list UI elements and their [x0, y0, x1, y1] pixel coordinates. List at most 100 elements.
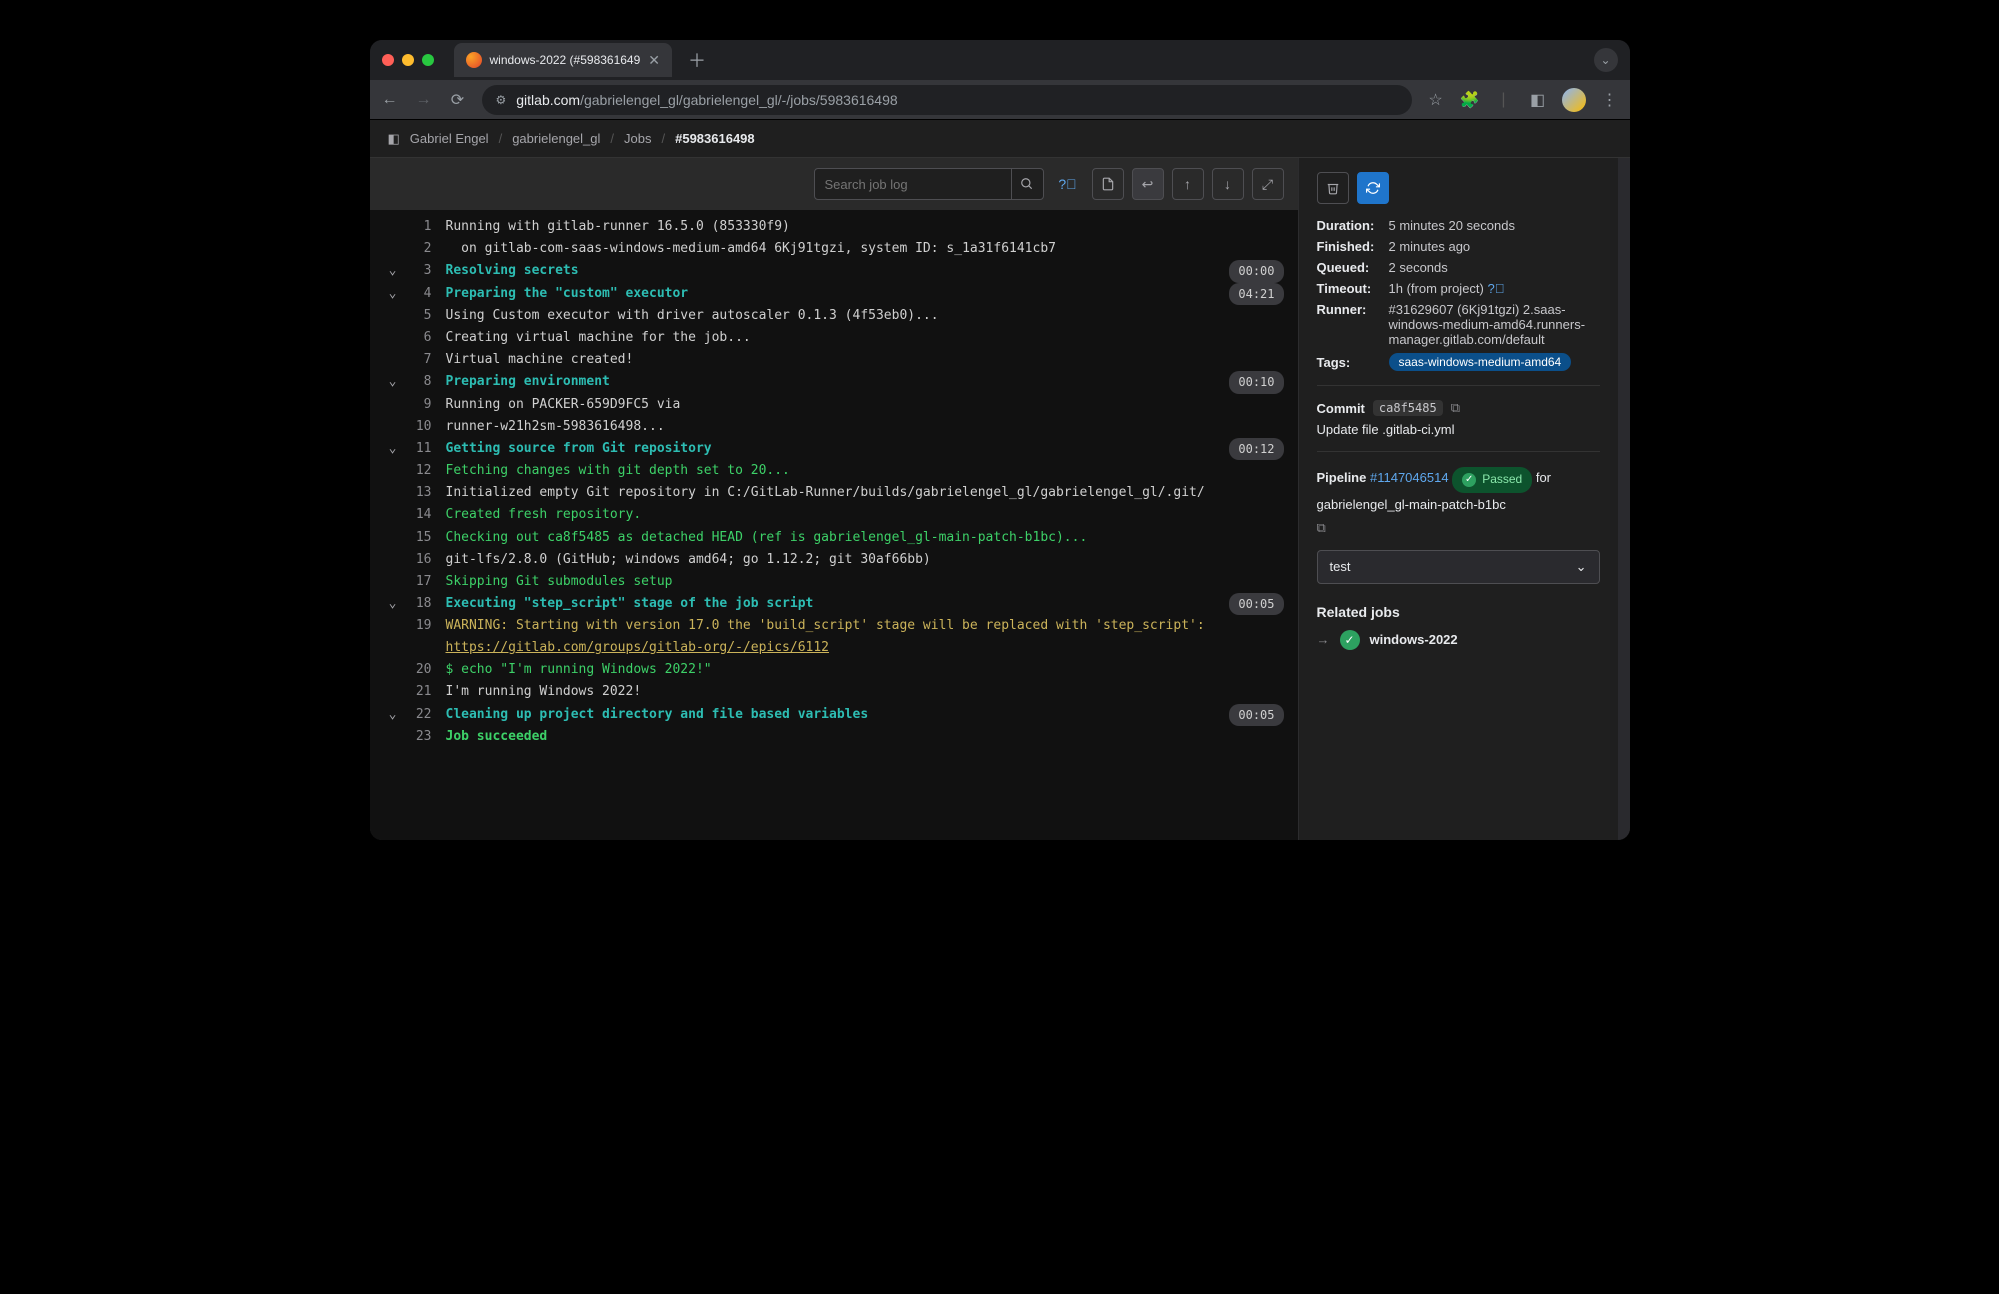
queued-label: Queued: [1317, 260, 1381, 275]
line-number[interactable]: 7 [402, 349, 432, 371]
fullscreen-button[interactable]: ⤢ [1252, 168, 1284, 200]
line-number[interactable]: 23 [402, 726, 432, 748]
log-line: ⌄22Cleaning up project directory and fil… [370, 704, 1298, 726]
forward-button[interactable]: → [414, 91, 434, 109]
log-text: Preparing environment [446, 371, 1220, 393]
line-number[interactable]: 8 [402, 371, 432, 393]
line-number[interactable]: 5 [402, 305, 432, 327]
browser-tab[interactable]: windows-2022 (#598361649 ✕ [454, 43, 673, 77]
window-controls [382, 54, 434, 66]
back-button[interactable]: ← [380, 91, 400, 109]
search-button[interactable] [1011, 169, 1043, 199]
log-line: ⌄11Getting source from Git repository00:… [370, 438, 1298, 460]
commit-hash[interactable]: ca8f5485 [1373, 400, 1443, 416]
log-line: 10runner-w21h2sm-5983616498... [370, 416, 1298, 438]
collapse-chevron-icon[interactable]: ⌄ [384, 260, 402, 282]
commit-label: Commit [1317, 401, 1365, 416]
related-jobs-heading: Related jobs [1317, 604, 1600, 620]
reload-button[interactable]: ⟳ [448, 90, 468, 110]
line-number[interactable]: 20 [402, 659, 432, 681]
line-number[interactable]: 12 [402, 460, 432, 482]
collapse-chevron-icon[interactable]: ⌄ [384, 438, 402, 460]
raw-log-button[interactable]: ↩ [1132, 168, 1164, 200]
line-number[interactable]: 2 [402, 238, 432, 260]
copy-branch-icon[interactable]: ⧉ [1317, 520, 1326, 535]
collapse-chevron-icon[interactable]: ⌄ [384, 283, 402, 305]
line-number[interactable]: 9 [402, 394, 432, 416]
runner-label: Runner: [1317, 302, 1381, 347]
chevron-down-icon: ⌄ [1576, 559, 1587, 575]
breadcrumb-section[interactable]: Jobs [624, 131, 651, 146]
stage-dropdown[interactable]: test ⌄ [1317, 550, 1600, 584]
line-number[interactable]: 16 [402, 549, 432, 571]
breadcrumb-project[interactable]: gabrielengel_gl [512, 131, 600, 146]
log-text: Created fresh repository. [446, 504, 1284, 526]
minimize-window-icon[interactable] [402, 54, 414, 66]
page-scrollbar[interactable] [1618, 158, 1630, 840]
bookmark-icon[interactable]: ☆ [1426, 90, 1446, 110]
arrow-right-icon: → [1317, 632, 1330, 647]
line-number[interactable]: 14 [402, 504, 432, 526]
collapse-chevron-icon[interactable]: ⌄ [384, 371, 402, 393]
log-text: Virtual machine created! [446, 349, 1284, 371]
scroll-top-button[interactable]: ↑ [1172, 168, 1204, 200]
line-number[interactable]: 1 [402, 216, 432, 238]
tabs-menu-button[interactable]: ⌄ [1594, 48, 1618, 72]
collapse-chevron-icon[interactable]: ⌄ [384, 704, 402, 726]
search-icon [1020, 177, 1034, 191]
sidebar-toggle-icon[interactable]: ◧ [388, 131, 400, 147]
page-content: ◧ Gabriel Engel / gabrielengel_gl / Jobs… [370, 120, 1630, 840]
log-line: 21I'm running Windows 2022! [370, 681, 1298, 703]
site-info-icon[interactable]: ⚙ [496, 93, 507, 107]
collapse-chevron-icon[interactable]: ⌄ [384, 593, 402, 615]
log-line: ⌄18Executing "step_script" stage of the … [370, 593, 1298, 615]
timeout-help-icon[interactable]: ?⃝ [1488, 281, 1505, 296]
section-duration: 04:21 [1229, 283, 1283, 305]
line-number[interactable]: 4 [402, 283, 432, 305]
search-input[interactable] [815, 177, 1011, 192]
pipeline-branch[interactable]: gabrielengel_gl-main-patch-b1bc [1317, 493, 1600, 516]
log-text: Fetching changes with git depth set to 2… [446, 460, 1284, 482]
line-number[interactable]: 22 [402, 704, 432, 726]
new-tab-button[interactable]: ＋ [680, 47, 714, 73]
trash-icon [1326, 181, 1340, 195]
retry-job-button[interactable] [1357, 172, 1389, 204]
pipeline-id-link[interactable]: #1147046514 [1370, 470, 1449, 485]
line-number[interactable]: 3 [402, 260, 432, 282]
line-number[interactable]: 19 [402, 615, 432, 637]
help-icon[interactable]: ?⃝ [1052, 168, 1084, 200]
erase-job-button[interactable] [1317, 172, 1349, 204]
log-line: 14 Created fresh repository. [370, 504, 1298, 526]
log-line: 19WARNING: Starting with version 17.0 th… [370, 615, 1298, 659]
section-duration: 00:05 [1229, 593, 1283, 615]
line-number[interactable]: 17 [402, 571, 432, 593]
line-number[interactable]: 11 [402, 438, 432, 460]
main-area: ?⃝ ↩ ↑ ↓ ⤢ 1Running with gitlab-runner 1… [370, 158, 1630, 840]
close-window-icon[interactable] [382, 54, 394, 66]
job-log[interactable]: 1Running with gitlab-runner 16.5.0 (8533… [370, 210, 1298, 840]
line-number[interactable]: 10 [402, 416, 432, 438]
profile-avatar[interactable] [1562, 88, 1586, 112]
browser-menu-icon[interactable]: ⋮ [1600, 90, 1620, 110]
line-number[interactable]: 6 [402, 327, 432, 349]
breadcrumb-owner[interactable]: Gabriel Engel [410, 131, 489, 146]
log-text: Resolving secrets [446, 260, 1220, 282]
close-tab-icon[interactable]: ✕ [648, 52, 660, 69]
line-number[interactable]: 15 [402, 527, 432, 549]
side-panel-icon[interactable]: ◧ [1528, 90, 1548, 110]
log-line: 1Running with gitlab-runner 16.5.0 (8533… [370, 216, 1298, 238]
scroll-bottom-button[interactable]: ↓ [1212, 168, 1244, 200]
line-number[interactable]: 21 [402, 681, 432, 703]
runner-tag[interactable]: saas-windows-medium-amd64 [1389, 353, 1572, 371]
log-line: 23Job succeeded [370, 726, 1298, 748]
maximize-window-icon[interactable] [422, 54, 434, 66]
copy-commit-icon[interactable]: ⧉ [1451, 400, 1460, 416]
address-bar[interactable]: ⚙ gitlab.com/gabrielengel_gl/gabrielenge… [482, 85, 1412, 115]
download-log-button[interactable] [1092, 168, 1124, 200]
log-line: 15Checking out ca8f5485 as detached HEAD… [370, 527, 1298, 549]
related-job-item[interactable]: → ✓ windows-2022 [1317, 630, 1600, 650]
line-number[interactable]: 13 [402, 482, 432, 504]
line-number[interactable]: 18 [402, 593, 432, 615]
extensions-icon[interactable]: 🧩 [1460, 90, 1480, 110]
browser-window: windows-2022 (#598361649 ✕ ＋ ⌄ ← → ⟳ ⚙ g… [370, 40, 1630, 840]
